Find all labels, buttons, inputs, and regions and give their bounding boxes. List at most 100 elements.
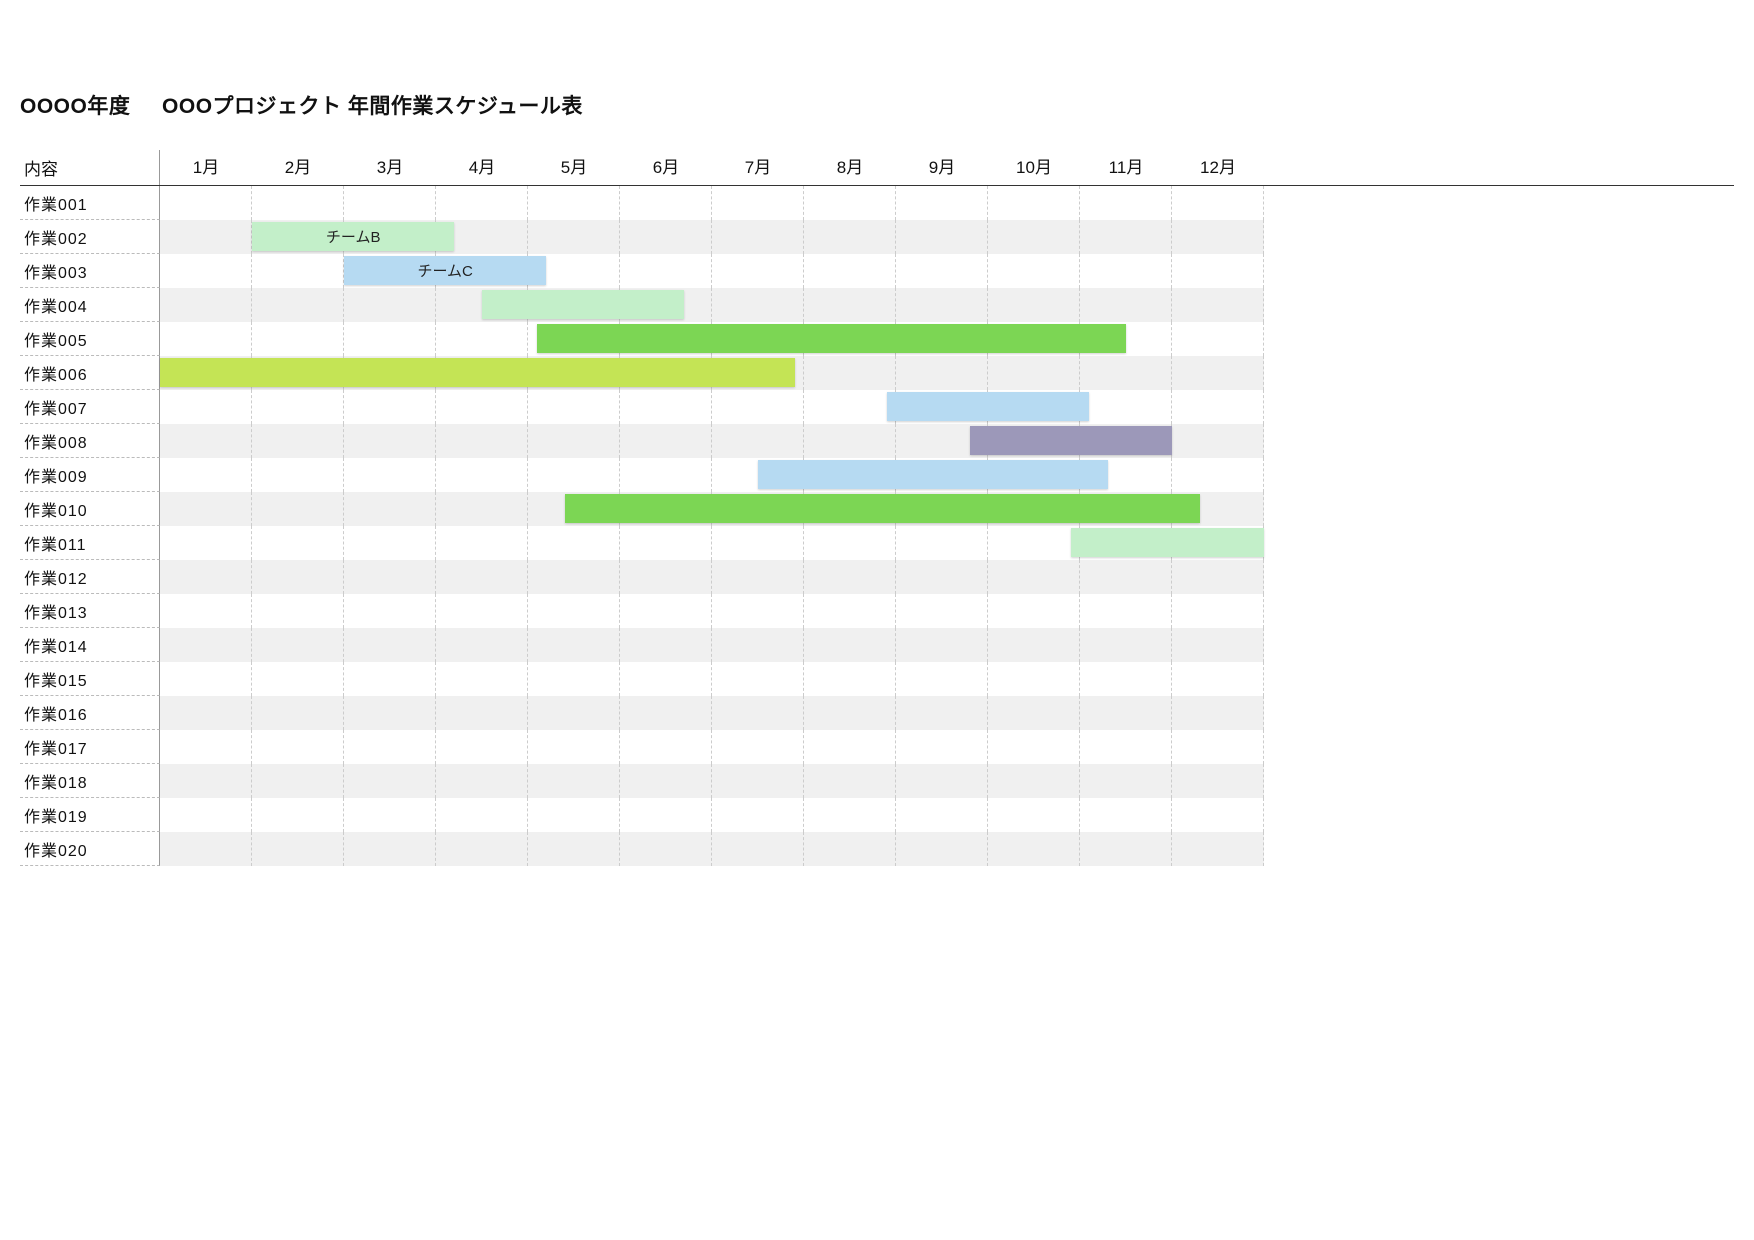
table-row: 作業003チームC bbox=[20, 254, 1734, 288]
month-cell bbox=[436, 832, 528, 866]
month-cell bbox=[804, 220, 896, 254]
month-cell bbox=[528, 492, 620, 526]
month-cell bbox=[528, 458, 620, 492]
month-cell bbox=[436, 628, 528, 662]
month-cell bbox=[1172, 832, 1264, 866]
month-cell bbox=[344, 832, 436, 866]
month-cell bbox=[620, 662, 712, 696]
row-label: 作業019 bbox=[20, 798, 160, 832]
month-cell bbox=[804, 628, 896, 662]
month-cell bbox=[988, 254, 1080, 288]
month-cell bbox=[344, 764, 436, 798]
month-cell bbox=[804, 594, 896, 628]
row-label: 作業009 bbox=[20, 458, 160, 492]
row-label: 作業013 bbox=[20, 594, 160, 628]
month-cell bbox=[252, 356, 344, 390]
month-cell bbox=[712, 628, 804, 662]
page-title: OOOO年度 OOOプロジェクト 年間作業スケジュール表 bbox=[20, 90, 1734, 120]
month-cell bbox=[160, 424, 252, 458]
month-cell bbox=[712, 220, 804, 254]
table-row: 作業007 bbox=[20, 390, 1734, 424]
row-label: 作業008 bbox=[20, 424, 160, 458]
month-cell bbox=[160, 730, 252, 764]
row-label: 作業007 bbox=[20, 390, 160, 424]
month-cell bbox=[436, 696, 528, 730]
month-cell bbox=[252, 526, 344, 560]
month-cell bbox=[988, 390, 1080, 424]
month-cell bbox=[1172, 458, 1264, 492]
row-label: 作業015 bbox=[20, 662, 160, 696]
row-label: 作業017 bbox=[20, 730, 160, 764]
month-cell bbox=[712, 288, 804, 322]
month-cell bbox=[344, 458, 436, 492]
month-cell bbox=[712, 594, 804, 628]
month-cell bbox=[1080, 594, 1172, 628]
table-row: 作業013 bbox=[20, 594, 1734, 628]
month-cell bbox=[620, 832, 712, 866]
month-cell bbox=[896, 220, 988, 254]
month-cell bbox=[252, 254, 344, 288]
month-cell bbox=[988, 628, 1080, 662]
month-cell bbox=[1080, 288, 1172, 322]
month-header: 4月 bbox=[436, 153, 528, 182]
month-cell bbox=[528, 526, 620, 560]
row-label: 作業005 bbox=[20, 322, 160, 356]
month-cell bbox=[160, 560, 252, 594]
gantt-chart: 内容 1月2月3月4月5月6月7月8月9月10月11月12月 作業001作業00… bbox=[20, 150, 1734, 866]
month-cell bbox=[1172, 322, 1264, 356]
month-cell bbox=[804, 798, 896, 832]
month-cell bbox=[620, 798, 712, 832]
month-header: 5月 bbox=[528, 153, 620, 182]
month-cell bbox=[344, 322, 436, 356]
month-cell bbox=[988, 220, 1080, 254]
table-row: 作業016 bbox=[20, 696, 1734, 730]
month-cell bbox=[1080, 458, 1172, 492]
month-cell bbox=[160, 832, 252, 866]
row-label: 作業018 bbox=[20, 764, 160, 798]
month-header: 11月 bbox=[1080, 153, 1172, 182]
month-cell bbox=[528, 832, 620, 866]
month-cell bbox=[1172, 288, 1264, 322]
month-cell bbox=[344, 356, 436, 390]
month-cell bbox=[804, 322, 896, 356]
month-cell bbox=[1080, 254, 1172, 288]
table-row: 作業011 bbox=[20, 526, 1734, 560]
month-cell bbox=[896, 662, 988, 696]
month-cell bbox=[1080, 628, 1172, 662]
month-cell bbox=[1172, 186, 1264, 220]
month-cell bbox=[344, 696, 436, 730]
table-row: 作業018 bbox=[20, 764, 1734, 798]
month-cell bbox=[344, 560, 436, 594]
row-label: 作業010 bbox=[20, 492, 160, 526]
table-row: 作業009 bbox=[20, 458, 1734, 492]
month-cell bbox=[1080, 424, 1172, 458]
month-cell bbox=[344, 186, 436, 220]
month-cell bbox=[1172, 254, 1264, 288]
month-cell bbox=[988, 730, 1080, 764]
table-row: 作業020 bbox=[20, 832, 1734, 866]
month-cell bbox=[1080, 356, 1172, 390]
month-cell bbox=[804, 356, 896, 390]
month-cell bbox=[1080, 832, 1172, 866]
month-header: 1月 bbox=[160, 153, 252, 182]
month-header: 6月 bbox=[620, 153, 712, 182]
row-label: 作業012 bbox=[20, 560, 160, 594]
month-cell bbox=[1080, 390, 1172, 424]
month-cell bbox=[160, 356, 252, 390]
month-cell bbox=[712, 832, 804, 866]
month-cell bbox=[988, 662, 1080, 696]
month-cell bbox=[252, 424, 344, 458]
month-cell bbox=[712, 730, 804, 764]
month-cell bbox=[620, 492, 712, 526]
month-cell bbox=[1172, 560, 1264, 594]
month-header: 10月 bbox=[988, 153, 1080, 182]
month-cell bbox=[896, 458, 988, 492]
month-cell bbox=[988, 322, 1080, 356]
month-cell bbox=[896, 322, 988, 356]
month-cell bbox=[252, 594, 344, 628]
month-cell bbox=[896, 356, 988, 390]
month-cell bbox=[988, 832, 1080, 866]
month-cell bbox=[1172, 526, 1264, 560]
month-cell bbox=[712, 492, 804, 526]
month-cell bbox=[528, 662, 620, 696]
